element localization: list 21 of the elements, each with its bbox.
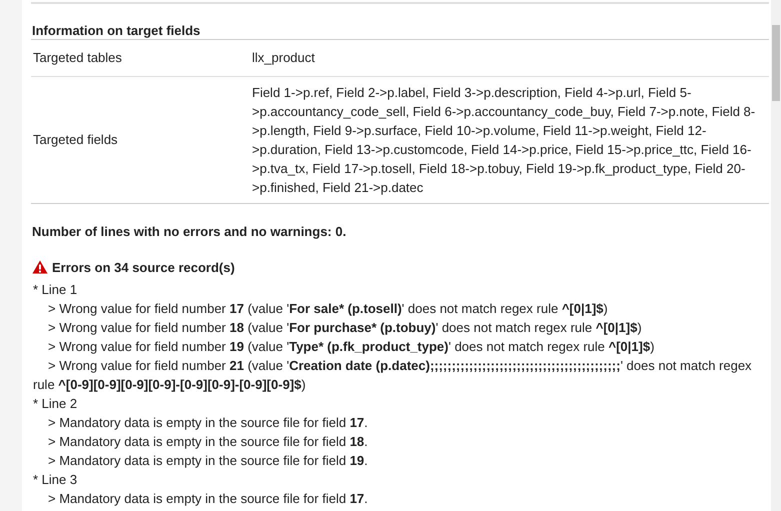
row-value: Field 1->p.ref, Field 2->p.label, Field 3->p.description, Field 4->p.url, Field 5->p.accountancy_code_sell, Field 6->p.accountancy_code_buy, Field 7->p.note, Field 8->p.length, Field 9->p.surface, Field 10->p.volume, Field 11->p.weight, Field 12->p.duration, Field 13->p.customcode, Field 14->p.price, Field 15->p.price_ttc, Field 16->p.tva_tx, Field 17->p.tosell, Field 18->p.tobuy, Field 19->p.fk_product_type, Field 20->p.finished, Field 21->p.datec (252, 84, 756, 197)
error-message: > Wrong value for field number 21 (value 'Creation date (p.datec);;;;;;;;;;;;;;;;;;;;;;;;;;;;;;;;;;;;;;;;;;;;' does not match regex rule ^[0-9][0-9][0-9][0-9]-[0-9][0-9]-[0-9][0-9]$) (33, 356, 753, 394)
error-message: > Mandatory data is empty in the source file for field 17. (47, 490, 369, 508)
error-message: > Wrong value for field number 17 (value 'For sale* (p.tosell)' does not match regex rule ^[0|1]$) (47, 300, 609, 318)
summary-text: Number of lines with no errors and no warnings: 0. (31, 222, 348, 240)
row-label: Targeted tables (32, 49, 123, 67)
row-value: llx_product (252, 49, 316, 68)
line-heading: * Line 3 (33, 470, 78, 488)
error-message: > Mandatory data is empty in the source file for field 18. (47, 432, 369, 450)
row-label: Targeted fields (32, 130, 119, 149)
line-heading: * Line 1 (33, 280, 78, 298)
section-title: Information on target fields (31, 22, 202, 39)
line-heading: * Line 2 (33, 394, 78, 412)
scrollbar[interactable] (771, 0, 781, 511)
scrollbar-thumb[interactable] (772, 25, 780, 101)
error-message: > Mandatory data is empty in the source file for field 17. (47, 414, 369, 432)
error-message: > Mandatory data is empty in the source file for field 19. (47, 452, 369, 470)
error-message: > Wrong value for field number 18 (value 'For purchase* (p.tobuy)' does not match regex rule ^[0|1]$) (47, 318, 643, 336)
error-message: > Wrong value for field number 19 (value 'Type* (p.fk_product_type)' does not match regex rule ^[0|1]$) (47, 338, 656, 356)
warning-icon (32, 260, 48, 274)
errors-title: Errors on 34 source record(s) (52, 258, 235, 276)
